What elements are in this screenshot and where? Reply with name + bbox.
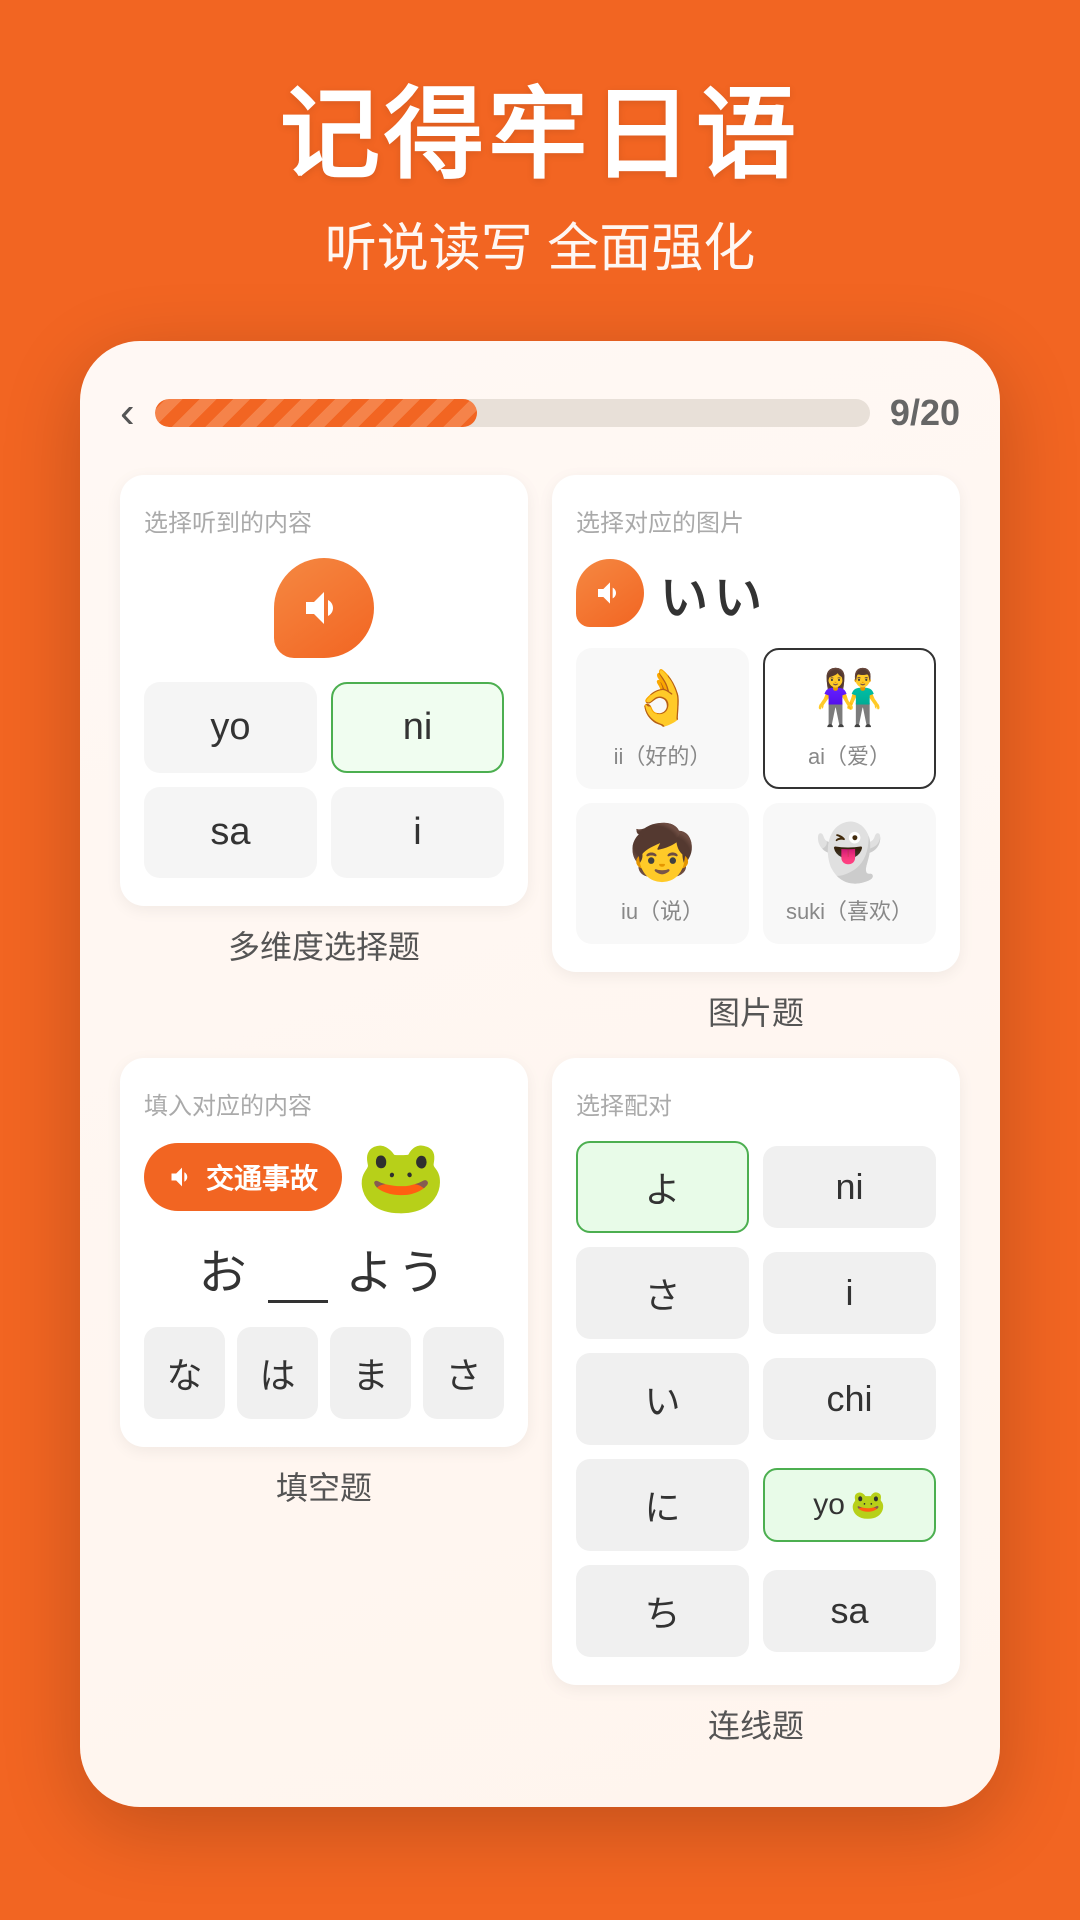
card-multiple-choice: 选择听到的内容 yo ni sa i 多维度选择题: [120, 475, 528, 1034]
match-right-chi[interactable]: chi: [763, 1358, 936, 1440]
app-title: 记得牢日语: [40, 80, 1040, 190]
audio-kana-row: いい: [576, 558, 936, 628]
card-image-choice-inner: 选择对应的图片 いい 👌 ii（好的） 👫 ai（爱）: [552, 475, 960, 972]
image-choice-ai[interactable]: 👫 ai（爱）: [763, 648, 936, 789]
fill-audio-text: 交通事故: [206, 1157, 318, 1197]
match-left-i[interactable]: い: [576, 1353, 749, 1445]
progress-row: ‹ 9/20: [120, 391, 960, 435]
header: 记得牢日语 听说读写 全面强化: [0, 0, 1080, 341]
match-left-sa[interactable]: さ: [576, 1247, 749, 1339]
progress-bar-fill: [155, 399, 477, 427]
match-left-chi[interactable]: ち: [576, 1565, 749, 1657]
fill-audio-chip[interactable]: 交通事故: [144, 1143, 342, 1211]
fill-opt-ma[interactable]: ま: [330, 1327, 411, 1419]
card3-type-label: 填空题: [120, 1463, 528, 1509]
fill-opt-sa[interactable]: さ: [423, 1327, 504, 1419]
audio-button-small[interactable]: [576, 559, 644, 627]
choice-sa[interactable]: sa: [144, 787, 317, 878]
image-choice-iu[interactable]: 🧒 iu（说）: [576, 803, 749, 944]
emoji-ii: 👌: [588, 666, 737, 731]
sentence-after: よう: [345, 1247, 449, 1300]
kana-text: いい: [660, 558, 768, 628]
image-choice-suki[interactable]: 👻 suki（喜欢）: [763, 803, 936, 944]
card-fill-blank: 填入对应的内容 交通事故 🐸 お よう な は ま: [120, 1058, 528, 1747]
card-image-choice: 选择对应的图片 いい 👌 ii（好的） 👫 ai（爱）: [552, 475, 960, 1034]
card2-label: 选择对应的图片: [576, 503, 936, 538]
label-suki: suki（喜欢）: [775, 894, 924, 926]
card2-type-label: 图片题: [552, 988, 960, 1034]
fill-opt-ha[interactable]: は: [237, 1327, 318, 1419]
fill-blank-space: [268, 1245, 328, 1303]
card-match: 选择配对 よ ni さ i い chi に yo 🐸 ち sa: [552, 1058, 960, 1747]
image-choice-ii[interactable]: 👌 ii（好的）: [576, 648, 749, 789]
audio-button-large[interactable]: [274, 558, 374, 658]
fill-audio-row: 交通事故 🐸: [144, 1141, 504, 1213]
card-fill-blank-inner: 填入对应的内容 交通事故 🐸 お よう な は ま: [120, 1058, 528, 1447]
match-right-yo[interactable]: yo 🐸: [763, 1468, 936, 1542]
choice-i[interactable]: i: [331, 787, 504, 878]
fill-options: な は ま さ: [144, 1327, 504, 1419]
emoji-suki: 👻: [775, 821, 924, 886]
match-mascot: 🐸: [851, 1488, 886, 1521]
card4-label: 选择配对: [576, 1086, 936, 1121]
match-grid: よ ni さ i い chi に yo 🐸 ち sa: [576, 1141, 936, 1657]
match-right-ni[interactable]: ni: [763, 1146, 936, 1228]
card1-label: 选择听到的内容: [144, 503, 504, 538]
app-subtitle: 听说读写 全面强化: [40, 206, 1040, 281]
fill-opt-na[interactable]: な: [144, 1327, 225, 1419]
match-right-i[interactable]: i: [763, 1252, 936, 1334]
emoji-ai: 👫: [775, 666, 924, 731]
card-multiple-choice-inner: 选择听到的内容 yo ni sa i: [120, 475, 528, 906]
cards-grid: 选择听到的内容 yo ni sa i 多维度选择题 选择对应的图片: [120, 475, 960, 1747]
card1-type-label: 多维度选择题: [120, 922, 528, 968]
fill-sentence: お よう: [144, 1233, 504, 1303]
match-left-ni[interactable]: に: [576, 1459, 749, 1551]
progress-bar-background: [155, 399, 870, 427]
sentence-before: お: [199, 1247, 251, 1300]
label-iu: iu（说）: [588, 894, 737, 926]
card4-type-label: 连线题: [552, 1701, 960, 1747]
match-yo-text: yo: [813, 1488, 845, 1522]
emoji-iu: 🧒: [588, 821, 737, 886]
image-choice-grid: 👌 ii（好的） 👫 ai（爱） 🧒 iu（说） 👻 suki（喜欢）: [576, 648, 936, 944]
choice-yo[interactable]: yo: [144, 682, 317, 773]
back-button[interactable]: ‹: [120, 391, 135, 435]
card-match-inner: 选择配对 よ ni さ i い chi に yo 🐸 ち sa: [552, 1058, 960, 1685]
choice-ni[interactable]: ni: [331, 682, 504, 773]
label-ai: ai（爱）: [775, 739, 924, 771]
card3-label: 填入对应的内容: [144, 1086, 504, 1121]
label-ii: ii（好的）: [588, 739, 737, 771]
choice-grid: yo ni sa i: [144, 682, 504, 878]
progress-text: 9/20: [890, 392, 960, 434]
fill-mascot: 🐸: [356, 1141, 446, 1213]
match-right-sa[interactable]: sa: [763, 1570, 936, 1652]
phone-container: ‹ 9/20 选择听到的内容 yo ni sa i 多维度选择题: [80, 341, 1000, 1807]
match-left-yo[interactable]: よ: [576, 1141, 749, 1233]
